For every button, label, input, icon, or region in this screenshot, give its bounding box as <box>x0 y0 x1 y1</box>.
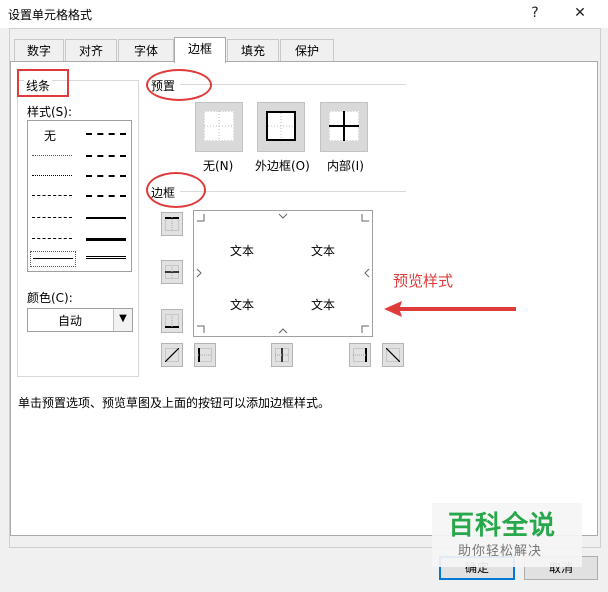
tab-fill[interactable]: 填充 <box>227 39 279 62</box>
preset-outline-button[interactable] <box>257 102 305 152</box>
preset-none-label: 无(N) <box>203 159 234 173</box>
preview-text-top-left: 文本 <box>230 244 255 258</box>
line-style-dotted[interactable] <box>32 175 72 176</box>
hint-text: 单击预置选项、预览草图及上面的按钮可以添加边框样式。 <box>18 396 331 410</box>
preset-inside-button[interactable] <box>320 102 368 152</box>
highlight-oval-presets <box>146 69 212 101</box>
line-style-slant-dash-dot[interactable] <box>86 155 126 157</box>
border-divider <box>180 191 406 192</box>
tab-protection[interactable]: 保护 <box>280 39 334 62</box>
border-top-button[interactable] <box>161 212 183 236</box>
dialog-title: 设置单元格格式 <box>8 8 93 22</box>
color-value: 自动 <box>57 314 82 328</box>
chevron-down-icon[interactable]: ▼ <box>113 309 132 331</box>
help-button[interactable]: ? <box>522 2 548 24</box>
line-style-medium-dash-dot[interactable] <box>86 175 126 177</box>
preset-outline-label: 外边框(O) <box>255 159 310 173</box>
highlight-oval-border <box>146 172 206 208</box>
tab-font[interactable]: 字体 <box>118 39 174 62</box>
color-dropdown[interactable]: 自动 ▼ <box>27 308 133 332</box>
line-style-list[interactable]: 无 <box>27 120 132 272</box>
color-label: 颜色(C): <box>27 291 73 305</box>
preview-text-bottom-right: 文本 <box>311 298 336 312</box>
line-style-medium[interactable] <box>86 217 126 219</box>
watermark-slogan: 助你轻松解决 <box>458 544 543 559</box>
preset-inside-icon <box>329 111 359 141</box>
line-style-hair[interactable] <box>32 155 72 156</box>
preset-outline-icon <box>266 111 296 141</box>
highlight-rect <box>17 69 69 97</box>
style-label: 样式(S): <box>27 105 73 119</box>
line-style-double[interactable] <box>86 256 126 259</box>
line-style-medium-dashed[interactable] <box>86 195 126 197</box>
preset-none-button[interactable] <box>195 102 243 152</box>
border-inside-vertical-button[interactable] <box>271 343 293 367</box>
border-diagonal-up-button[interactable] <box>161 343 183 367</box>
arrow-left-icon <box>384 301 516 317</box>
line-style-dash-dot[interactable] <box>32 195 72 196</box>
preset-inside-label: 内部(I) <box>327 159 364 173</box>
border-top-icon <box>165 217 179 231</box>
border-inside-vertical-icon <box>275 348 289 362</box>
line-style-none[interactable]: 无 <box>44 127 56 144</box>
border-left-button[interactable] <box>194 343 216 367</box>
border-left-icon <box>198 348 212 362</box>
border-preview[interactable]: 文本 文本 文本 文本 <box>193 210 373 337</box>
presets-divider <box>180 84 406 85</box>
border-bottom-button[interactable] <box>161 309 183 333</box>
tab-border[interactable]: 边框 <box>174 37 226 63</box>
line-style-thick[interactable] <box>86 238 126 241</box>
annotation-text: 预览样式 <box>393 272 454 290</box>
diagonal-down-icon <box>386 348 400 362</box>
preview-text-bottom-left: 文本 <box>230 298 255 312</box>
tab-number[interactable]: 数字 <box>14 39 64 62</box>
line-style-dash-dot-dot[interactable] <box>32 217 72 218</box>
line-style-dashed[interactable] <box>32 238 72 239</box>
close-button[interactable]: ✕ <box>567 2 593 24</box>
border-diagonal-down-button[interactable] <box>382 343 404 367</box>
border-inside-horizontal-button[interactable] <box>161 260 183 284</box>
border-right-icon <box>353 348 367 362</box>
preview-corner-marks <box>196 213 370 334</box>
line-style-medium-dash-dot-dot[interactable] <box>86 133 126 135</box>
border-inside-horizontal-icon <box>165 265 179 279</box>
border-bottom-icon <box>165 314 179 328</box>
preset-none-icon <box>204 111 234 141</box>
line-style-selected[interactable] <box>30 251 76 267</box>
watermark-logo: 百科全说 <box>448 511 557 541</box>
tab-alignment[interactable]: 对齐 <box>65 39 117 62</box>
border-right-button[interactable] <box>349 343 371 367</box>
diagonal-up-icon <box>165 348 179 362</box>
preview-text-top-right: 文本 <box>311 244 336 258</box>
